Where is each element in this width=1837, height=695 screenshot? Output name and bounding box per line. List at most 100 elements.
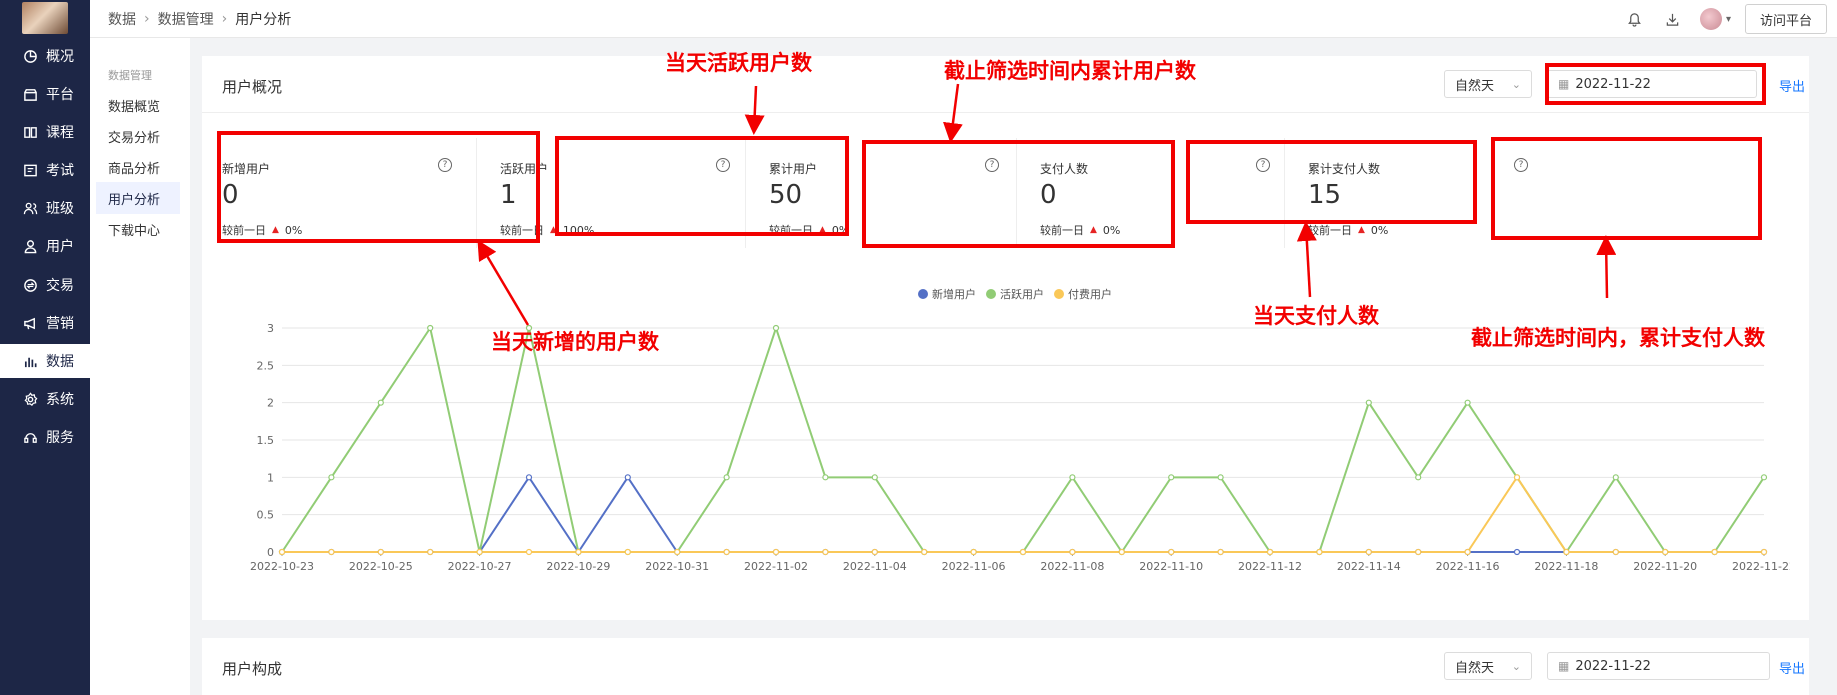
sidebar-item-5[interactable]: 用户 [0,229,90,263]
data-point [427,548,434,556]
x-tick-label: 2022-10-31 [645,560,709,573]
y-tick-label: 0 [267,546,274,559]
sidebar-item-9[interactable]: 系统 [0,382,90,416]
sidebar-item-label: 考试 [46,163,74,179]
main-sidebar: 概况平台课程考试班级用户交易营销数据系统服务 [0,0,90,695]
data-point [1217,548,1224,556]
legend-label: 活跃用户 [1000,288,1044,301]
sidebar-item-8[interactable]: 数据 [0,344,90,378]
sidebar-item-0[interactable]: 概况 [0,39,90,73]
data-point [1760,474,1768,481]
sidebar-item-label: 用户 [46,239,74,255]
data-point [822,474,829,481]
data-point [525,548,533,556]
breadcrumb-item[interactable]: 数据 [108,9,136,29]
data-point [1415,474,1422,481]
visit-platform-button[interactable]: 访问平台 [1744,4,1827,34]
data-point [1316,548,1323,556]
submenu-item[interactable]: 下载中心 [96,213,180,245]
sidebar-item-label: 服务 [46,430,74,446]
x-tick-label: 2022-10-25 [349,560,413,573]
annotation-text: 当天支付人数 [1253,303,1379,328]
chevron-down-icon[interactable]: ▾ [1726,14,1731,25]
exchange-icon [22,277,38,293]
breadcrumb-item[interactable]: 数据管理 [158,9,214,29]
avatar[interactable] [1699,8,1722,30]
submenu-item[interactable]: 交易分析 [96,120,180,152]
data-point [1612,548,1619,556]
data-point [328,548,335,556]
data-point [1464,399,1471,406]
data-point [674,548,681,556]
data-point [1069,474,1076,481]
data-point [1415,548,1422,556]
sidebar-item-10[interactable]: 服务 [0,420,90,454]
sidebar-item-2[interactable]: 课程 [0,115,90,149]
sidebar-item-4[interactable]: 班级 [0,191,90,225]
x-tick-label: 2022-11-06 [942,560,1006,573]
x-tick-label: 2022-11-18 [1534,560,1598,573]
sidebar-item-label: 概况 [46,49,74,65]
data-point [1662,548,1669,556]
submenu-group-title: 数据管理 [108,69,152,82]
sidebar-item-6[interactable]: 交易 [0,268,90,302]
export-link[interactable]: 导出 [1779,658,1805,677]
sidebar-item-7[interactable]: 营销 [0,306,90,340]
data-point [1168,474,1175,481]
chevron-down-icon: ⌄ [1511,78,1521,91]
sidebar-item-label: 课程 [46,125,74,141]
user-composition-panel: 用户构成 自然天 ⌄ ▦ 2022-11-22 导出 [202,638,1809,695]
chevron-right-icon: › [221,11,228,27]
legend-label: 付费用户 [1068,288,1112,301]
data-point [1266,548,1274,556]
highlight-cumulative-users [862,140,1175,248]
x-tick-label: 2022-11-12 [1238,560,1302,573]
breadcrumb: 数据 › 数据管理 › 用户分析 [108,0,291,38]
download-icon[interactable] [1664,10,1682,28]
data-point [1365,548,1372,556]
data-point [970,548,977,556]
highlight-active-users [555,136,849,236]
data-point [822,548,829,556]
export-link[interactable]: 导出 [1779,76,1805,95]
annotation-text: 当天新增的用户数 [491,329,659,354]
panel-title: 用户构成 [222,660,283,678]
legend-item[interactable]: 付费用户 [1054,286,1112,302]
data-point [871,548,878,556]
data-point [1118,548,1125,556]
data-point [377,399,384,406]
date-picker[interactable]: ▦ 2022-11-22 [1547,652,1770,680]
megaphone-icon [22,315,38,331]
range-select[interactable]: 自然天 ⌄ [1444,70,1532,98]
bar-chart-icon [22,353,38,369]
range-select-value: 自然天 [1455,660,1495,676]
bell-icon[interactable] [1626,10,1644,28]
data-point [723,548,730,556]
legend-item[interactable]: 活跃用户 [986,286,1044,302]
legend-swatch [1054,289,1064,299]
range-select[interactable]: 自然天 ⌄ [1444,652,1532,680]
submenu-item[interactable]: 数据概览 [96,89,180,121]
y-tick-label: 3 [267,322,274,335]
data-point [1019,548,1027,556]
data-point [1612,474,1619,481]
sidebar-item-1[interactable]: 平台 [0,77,90,111]
legend-label: 新增用户 [932,288,976,301]
sidebar-item-label: 营销 [46,316,74,332]
submenu-item[interactable]: 商品分析 [96,151,180,183]
submenu-item[interactable]: 用户分析 [96,182,180,214]
chevron-right-icon: › [144,11,150,27]
legend-item[interactable]: 新增用户 [918,286,976,302]
annotation-text: 截止筛选时间内累计用户数 [944,58,1196,83]
sidebar-item-3[interactable]: 考试 [0,153,90,187]
data-point [575,548,582,556]
y-tick-label: 1.5 [257,434,275,447]
compare-value: 0% [1370,223,1389,237]
service-icon [22,429,38,445]
data-point [871,474,878,481]
compare-label: 较前一日 [1308,224,1352,237]
data-point [624,474,631,481]
stat-compare: 较前一日 ▲ 0% [1308,222,1388,238]
y-tick-label: 0.5 [257,509,275,522]
brand-logo[interactable] [22,2,68,34]
